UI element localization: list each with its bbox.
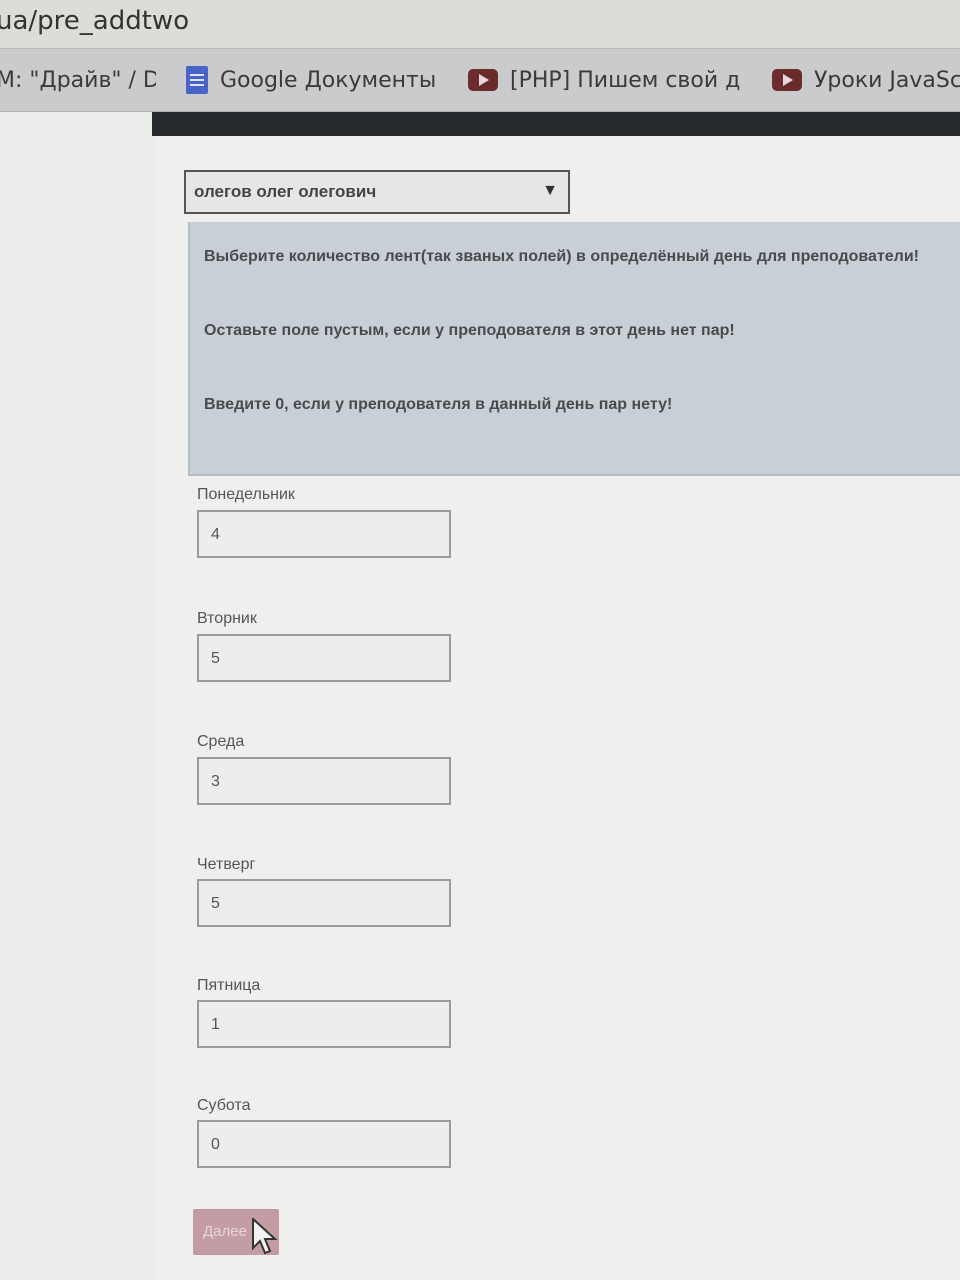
monday-value: 4 [211, 526, 220, 543]
youtube-icon [468, 69, 498, 91]
wednesday-label: Среда [197, 733, 245, 750]
bookmark-drive[interactable]: М: "Драйв" / D [0, 63, 156, 97]
page-header-strip [152, 112, 960, 136]
bookmark-label: [PHP] Пишем свой д [510, 67, 741, 93]
tuesday-input[interactable]: 5 [197, 634, 451, 682]
mouse-cursor-icon [252, 1218, 278, 1255]
bookmarks-bar: М: "Драйв" / D Google Документы [PHP] Пи… [0, 49, 960, 112]
url-text[interactable]: ua/pre_addtwo [0, 6, 189, 36]
address-bar[interactable]: ua/pre_addtwo [0, 0, 960, 49]
bookmark-label: Google Документы [220, 67, 437, 93]
monday-label: Понедельник [197, 486, 295, 503]
google-docs-icon [186, 66, 208, 94]
info-text: Введите 0, если у преподователя в данный… [204, 396, 673, 413]
friday-label: Пятница [197, 977, 261, 994]
thursday-input[interactable]: 5 [197, 879, 451, 927]
info-text: Оставьте поле пустым, если у преподовате… [204, 322, 735, 339]
bookmark-google-docs[interactable]: Google Документы [186, 63, 442, 97]
info-text: Выберите количество лент(так званых поле… [204, 248, 919, 265]
bookmark-label: М: "Драйв" / D [0, 67, 156, 93]
info-panel: Выберите количество лент(так званых поле… [188, 222, 960, 476]
monday-input[interactable]: 4 [197, 510, 451, 558]
teacher-select-value: олегов олег олегович [194, 182, 377, 201]
wednesday-value: 3 [211, 773, 220, 790]
bookmark-php[interactable]: [PHP] Пишем свой д [468, 63, 746, 97]
thursday-label: Четверг [197, 856, 256, 873]
submit-label: Далее [203, 1223, 247, 1240]
friday-value: 1 [211, 1016, 220, 1033]
teacher-select[interactable]: олегов олег олегович ▼ [184, 170, 570, 214]
saturday-value: 0 [211, 1136, 220, 1153]
tuesday-value: 5 [211, 650, 220, 667]
bookmark-label: Уроки JavaSc [814, 67, 960, 93]
thursday-value: 5 [211, 895, 220, 912]
saturday-input[interactable]: 0 [197, 1120, 451, 1168]
friday-input[interactable]: 1 [197, 1000, 451, 1048]
wednesday-input[interactable]: 3 [197, 757, 451, 805]
dropdown-arrow-icon: ▼ [542, 182, 558, 199]
saturday-label: Субота [197, 1097, 251, 1114]
youtube-icon [772, 69, 802, 91]
tuesday-label: Вторник [197, 610, 257, 627]
bookmark-javascript[interactable]: Уроки JavaSc [772, 63, 960, 97]
page-left-margin [0, 112, 155, 1280]
